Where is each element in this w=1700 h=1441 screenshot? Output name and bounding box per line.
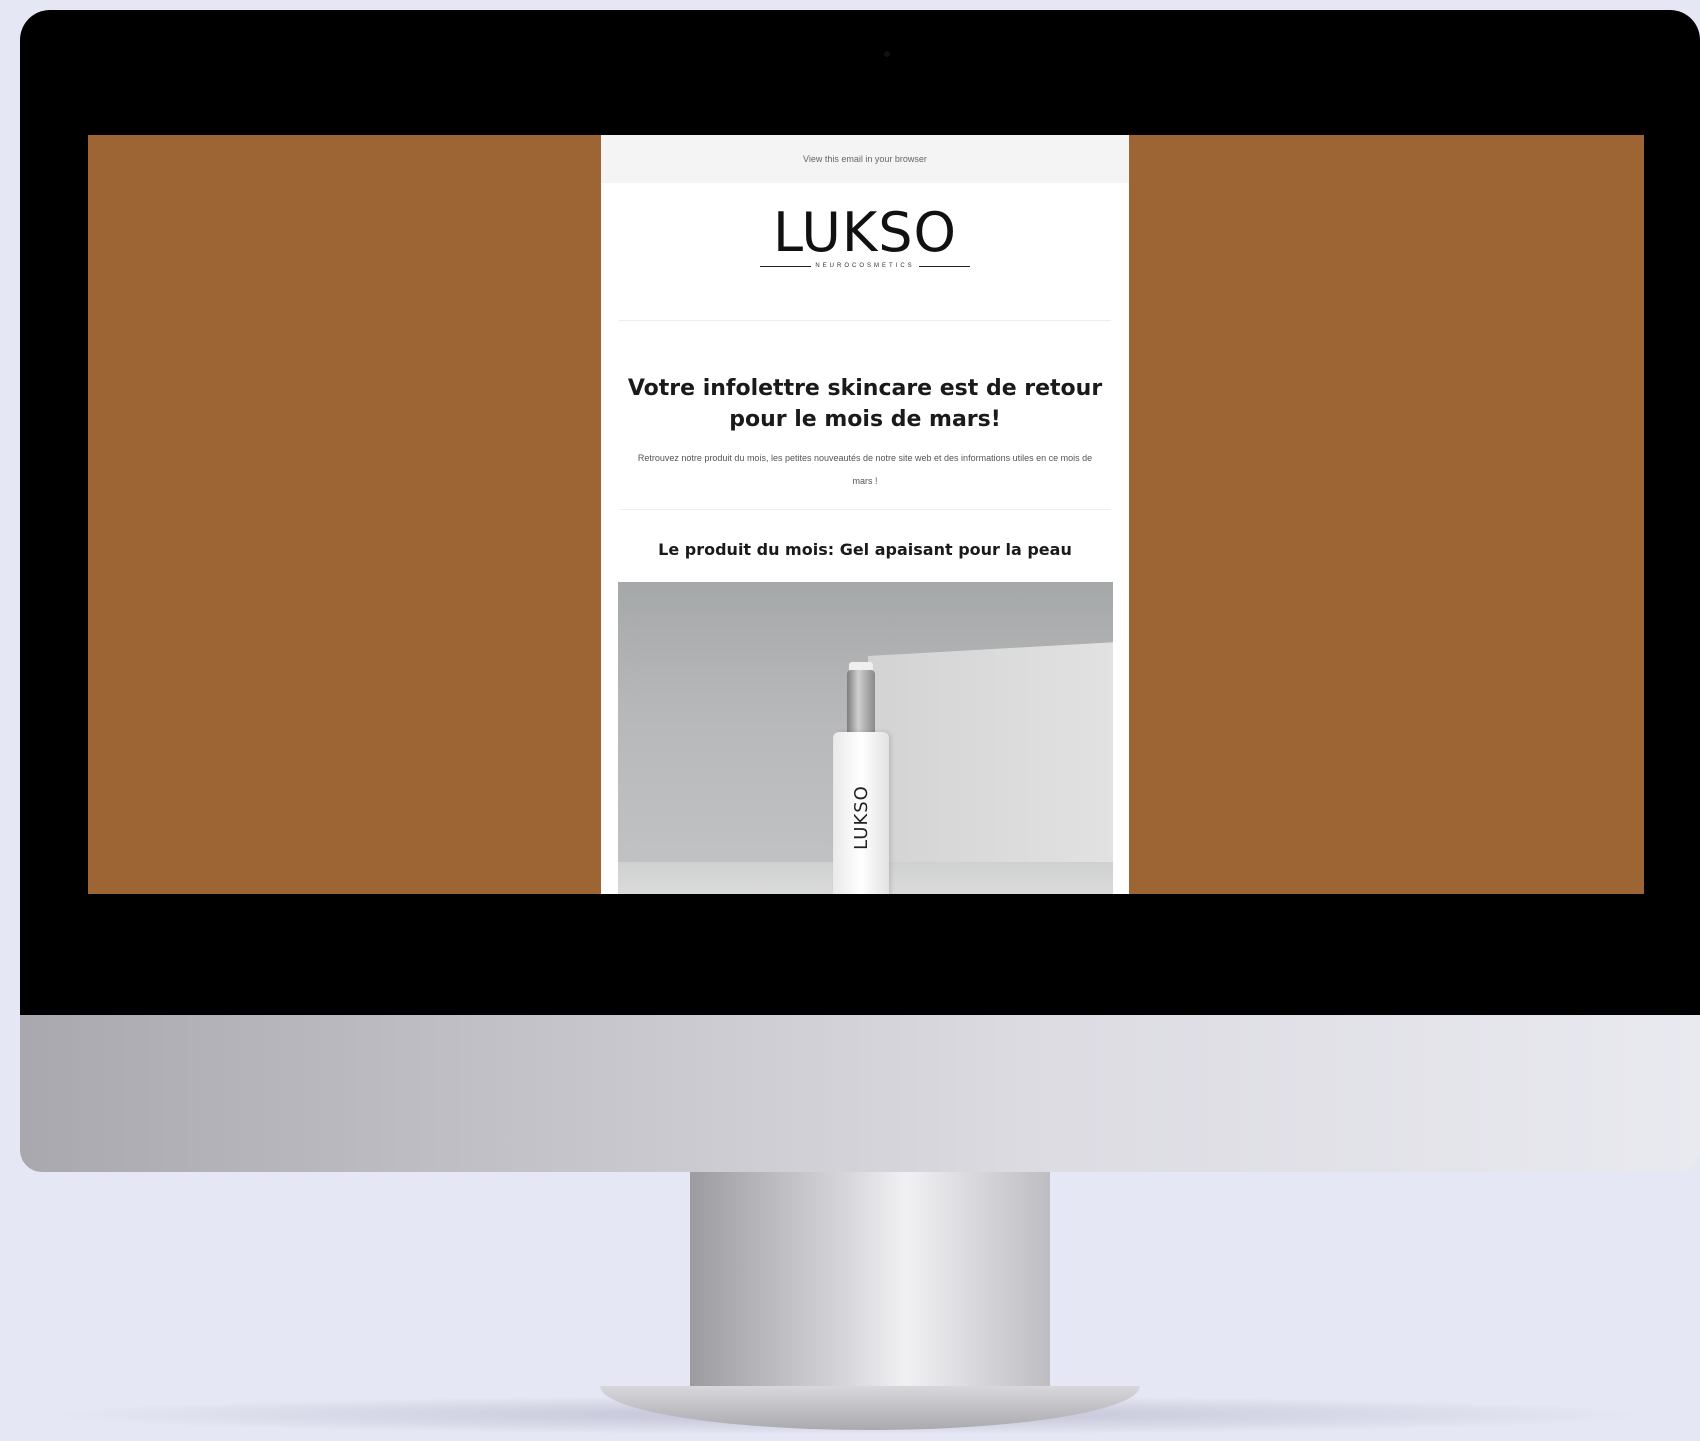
product-section-title: Le produit du mois: Gel apaisant pour la… (658, 540, 1072, 559)
divider (619, 509, 1111, 510)
bottle-label: LUKSO (833, 732, 889, 894)
divider (619, 320, 1111, 321)
monitor-chin (20, 1015, 1700, 1172)
view-in-browser-link[interactable]: View this email in your browser (601, 135, 1129, 183)
newsletter-headline: Votre infolettre skincare est de retour … (627, 376, 1103, 432)
product-image[interactable]: LUKSO (618, 582, 1113, 894)
brand-logo[interactable]: LUKSO NEUROCOSMETICS (601, 183, 1129, 308)
email-newsletter: View this email in your browser LUKSO NE… (601, 135, 1129, 894)
logo-wordmark: LUKSO (772, 201, 958, 264)
logo-tagline: NEUROCOSMETICS (815, 263, 915, 269)
backdrop-panel (868, 642, 1113, 894)
desktop-scene: View this email in your browser LUKSO NE… (0, 0, 1700, 1441)
newsletter-intro: Retrouvez notre produit du mois, les pet… (637, 453, 1093, 486)
monitor-screen: View this email in your browser LUKSO NE… (88, 135, 1644, 894)
logo-rule-right (918, 265, 970, 267)
monitor-stand (690, 1172, 1050, 1402)
bottle-brand-text: LUKSO (850, 784, 872, 850)
logo-rule-left (760, 265, 812, 267)
bottle-pump (847, 670, 875, 734)
camera-icon (884, 51, 890, 57)
